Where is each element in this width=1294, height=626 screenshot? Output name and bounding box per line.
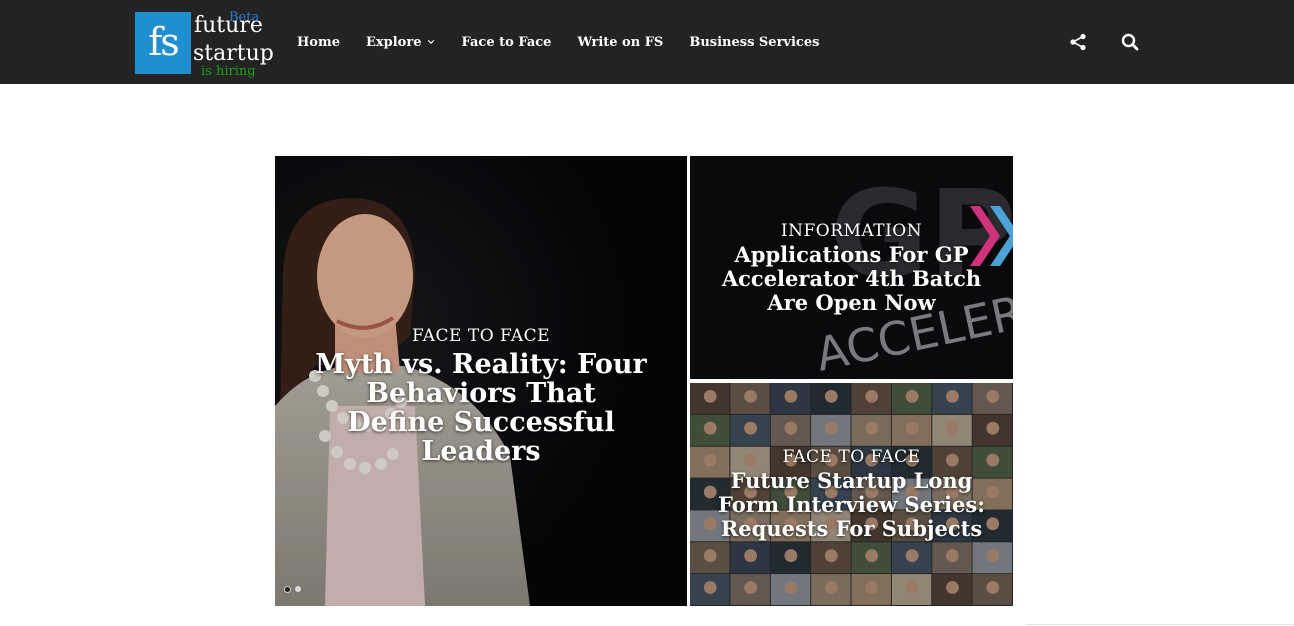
- nav-write-on-fs-label: Write on FS: [577, 34, 664, 50]
- nav-business-services-label: Business Services: [689, 34, 820, 50]
- featured-side-top-tile[interactable]: GP ACCELERATOR INFORMATION Applications …: [690, 156, 1013, 379]
- featured-side-top-title[interactable]: Applications For GP Accelerator 4th Batc…: [690, 243, 1013, 315]
- nav-face-to-face-label: Face to Face: [461, 34, 552, 50]
- featured-side-bottom-category[interactable]: FACE TO FACE: [690, 447, 1013, 467]
- logo-word-startup: startup: [193, 41, 274, 66]
- nav-write-on-fs[interactable]: Write on FS: [577, 35, 663, 50]
- featured-side-bottom-tile[interactable]: FACE TO FACE Future Startup Long Form In…: [690, 383, 1013, 606]
- site-logo[interactable]: fs future startup Beta is hiring: [135, 10, 274, 78]
- slider-dot[interactable]: [295, 586, 301, 592]
- chevron-down-icon: [428, 40, 435, 44]
- featured-side-bottom-title[interactable]: Future Startup Long Form Interview Serie…: [690, 469, 1013, 541]
- featured-side-top-category[interactable]: INFORMATION: [690, 221, 1013, 241]
- nav-explore-label: Explore: [365, 34, 422, 50]
- main-nav: Home Explore Face to Face Write on FS Bu…: [297, 0, 845, 84]
- featured-side-bottom-text: FACE TO FACE Future Startup Long Form In…: [690, 447, 1013, 541]
- slider-dots: [284, 586, 305, 593]
- featured-side-top-text: INFORMATION Applications For GP Accelera…: [690, 221, 1013, 315]
- site-header: fs future startup Beta is hiring Home Ex…: [0, 0, 1294, 84]
- nav-home[interactable]: Home: [297, 35, 340, 50]
- featured-main-category[interactable]: FACE TO FACE: [275, 326, 687, 346]
- share-icon[interactable]: [1069, 33, 1087, 51]
- featured-main-tile[interactable]: FACE TO FACE Myth vs. Reality: Four Beha…: [275, 156, 687, 606]
- nav-business-services[interactable]: Business Services: [689, 35, 819, 50]
- slider-dot[interactable]: [284, 586, 291, 593]
- nav-face-to-face[interactable]: Face to Face: [461, 35, 551, 50]
- divider: [1026, 624, 1294, 625]
- logo-mark: fs: [135, 12, 191, 74]
- nav-explore[interactable]: Explore: [366, 35, 435, 50]
- logo-beta-badge: Beta: [229, 10, 260, 25]
- logo-hiring-link[interactable]: is hiring: [201, 65, 256, 78]
- nav-home-label: Home: [297, 34, 340, 50]
- featured-main-text: FACE TO FACE Myth vs. Reality: Four Beha…: [275, 326, 687, 466]
- search-icon[interactable]: [1121, 33, 1139, 51]
- featured-main-title[interactable]: Myth vs. Reality: Four Behaviors That De…: [275, 350, 687, 466]
